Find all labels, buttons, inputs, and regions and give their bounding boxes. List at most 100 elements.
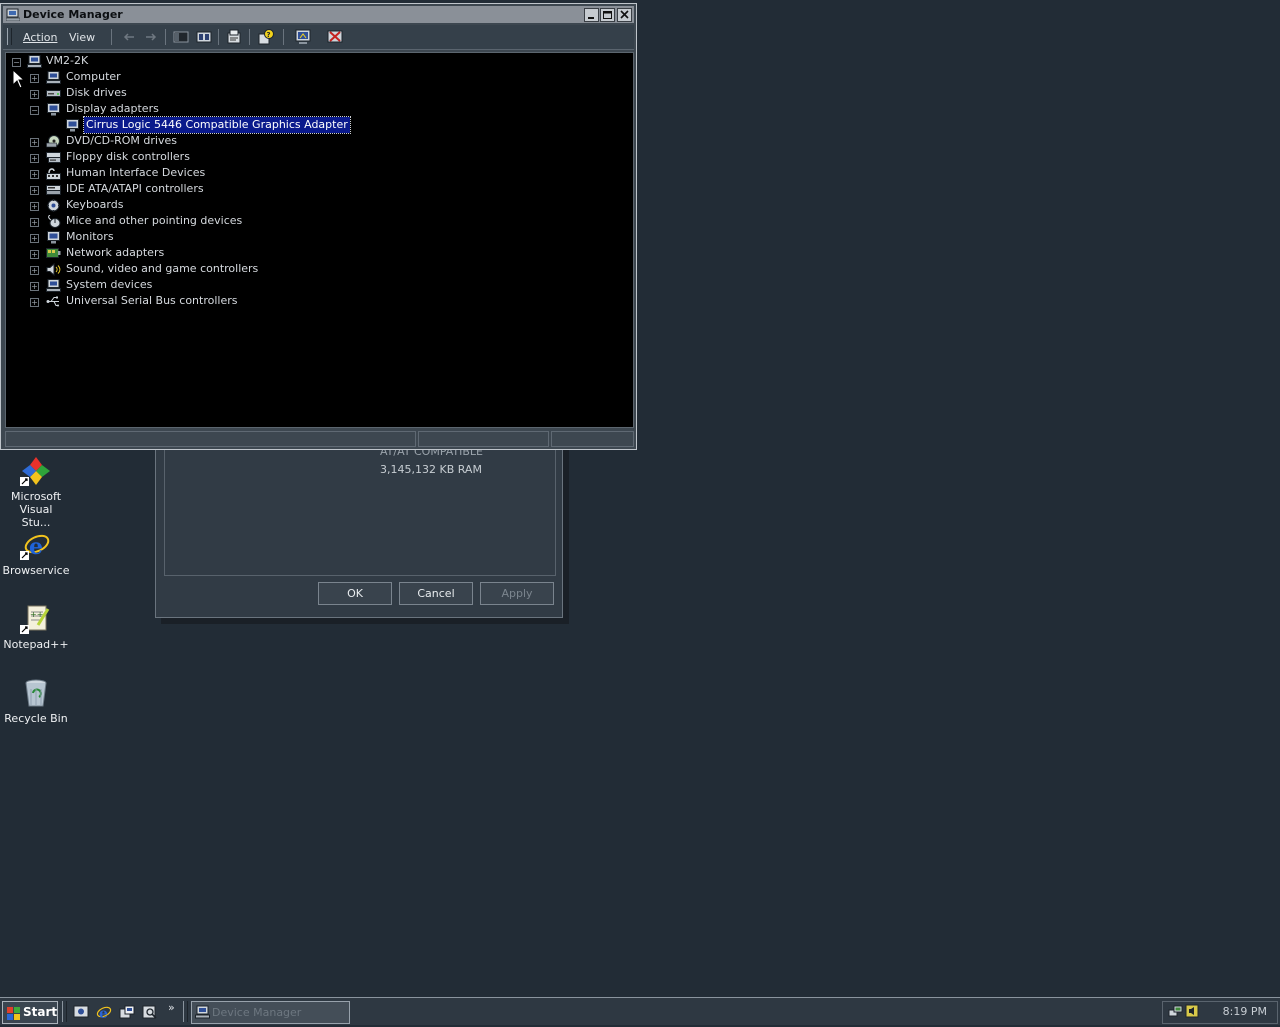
scan-hardware-icon — [295, 29, 311, 44]
uninstall-icon — [327, 30, 343, 43]
tree-item-floppy-disk-controllers[interactable]: Floppy disk controllers — [66, 149, 190, 165]
ram-text: 3,145,132 KB RAM — [380, 463, 482, 476]
properties-button[interactable] — [226, 29, 242, 45]
tree-item-cirrus-logic-adapter[interactable]: Cirrus Logic 5446 Compatible Graphics Ad… — [83, 116, 351, 134]
menu-action[interactable]: Action — [23, 31, 57, 44]
desktop-icon-visual-studio[interactable]: Microsoft Visual Stu... — [0, 455, 72, 529]
svg-text:?: ? — [267, 31, 271, 39]
desktop-icon-label: Browservice — [2, 564, 70, 577]
help-icon: ? — [258, 29, 274, 45]
expand-toggle[interactable]: + — [30, 266, 39, 275]
expand-toggle[interactable]: + — [30, 298, 39, 307]
title-bar[interactable]: Device Manager — [3, 6, 634, 23]
quicklaunch-internet-explorer-icon[interactable]: e — [96, 1004, 112, 1023]
tree-item-disk-drives[interactable]: Disk drives — [66, 85, 127, 101]
desktop-icon-label: Microsoft Visual Stu... — [10, 490, 62, 529]
expand-toggle[interactable]: + — [30, 154, 39, 163]
tree-item-mice-pointing-devices[interactable]: Mice and other pointing devices — [66, 213, 242, 229]
clock[interactable]: 8:19 PM — [1223, 1005, 1267, 1018]
expand-toggle[interactable]: + — [30, 250, 39, 259]
maximize-icon — [603, 11, 612, 19]
system-devices-icon — [46, 279, 61, 292]
keyboard-icon — [46, 199, 61, 212]
expand-toggle[interactable]: + — [30, 202, 39, 211]
expand-toggle[interactable]: + — [30, 170, 39, 179]
network-tray-icon[interactable] — [1168, 1004, 1183, 1022]
floppy-controller-icon — [46, 151, 61, 164]
tree-item-usb-controllers[interactable]: Universal Serial Bus controllers — [66, 293, 237, 309]
back-arrow-icon — [123, 33, 134, 41]
tree-item-ide-ata-atapi-controllers[interactable]: IDE ATA/ATAPI controllers — [66, 181, 204, 197]
expand-toggle[interactable]: + — [30, 218, 39, 227]
help-button[interactable]: ? — [258, 29, 274, 45]
up-one-level-button[interactable] — [173, 29, 189, 45]
tree-item-human-interface-devices[interactable]: Human Interface Devices — [66, 165, 205, 181]
expand-toggle[interactable]: + — [30, 282, 39, 291]
close-icon — [620, 10, 629, 19]
toolbar-separator — [165, 29, 166, 45]
start-button[interactable]: Start — [2, 1001, 58, 1024]
desktop-icon-browservice[interactable]: e Browservice — [0, 529, 72, 577]
toolbar-grip — [7, 28, 12, 45]
cdrom-icon — [46, 135, 61, 148]
expand-toggle[interactable]: + — [30, 90, 39, 99]
status-pane — [5, 431, 416, 447]
status-pane — [418, 431, 549, 447]
tree-item-computer[interactable]: Computer — [66, 69, 121, 85]
device-tree[interactable]: − VM2-2K + Computer + Disk drives − Disp… — [5, 52, 634, 428]
scan-hardware-button[interactable] — [295, 29, 311, 45]
network-adapter-icon — [46, 247, 61, 260]
expand-toggle[interactable]: + — [30, 74, 39, 83]
quicklaunch-explorer-icon[interactable] — [119, 1004, 135, 1023]
back-button[interactable] — [121, 29, 137, 45]
notepad-plus-plus-icon: ++ — [20, 603, 52, 635]
minimize-button[interactable] — [584, 8, 599, 22]
tree-item-dvd-cdrom-drives[interactable]: DVD/CD-ROM drives — [66, 133, 177, 149]
ide-controller-icon — [46, 183, 61, 196]
window-title: Device Manager — [23, 8, 123, 21]
recycle-bin-icon — [20, 677, 52, 709]
expand-toggle[interactable]: + — [30, 234, 39, 243]
close-button[interactable] — [617, 8, 632, 22]
forward-button[interactable] — [143, 29, 159, 45]
properties-icon — [227, 29, 241, 44]
quicklaunch-chevron-icon[interactable]: » — [168, 1001, 175, 1014]
tree-item-display-adapters[interactable]: Display adapters — [66, 101, 159, 117]
device-manager-window: Device Manager Action View ? − VM2-2K + … — [0, 3, 637, 450]
desktop-icon-label: Recycle Bin — [4, 712, 68, 725]
cancel-button[interactable]: Cancel — [399, 582, 473, 605]
tree-item-keyboards[interactable]: Keyboards — [66, 197, 123, 213]
quicklaunch-desktop-icon[interactable] — [73, 1004, 89, 1023]
tree-item-sound-video-game-controllers[interactable]: Sound, video and game controllers — [66, 261, 258, 277]
usb-icon — [46, 295, 61, 308]
toolbar-separator — [249, 29, 250, 45]
desktop-icon-recycle-bin[interactable]: Recycle Bin — [0, 677, 72, 725]
expand-toggle[interactable]: + — [30, 186, 39, 195]
ok-button[interactable]: OK — [318, 582, 392, 605]
taskbar-button-device-manager[interactable]: Device Manager — [191, 1001, 350, 1024]
expand-toggle[interactable]: + — [30, 138, 39, 147]
desktop-icon-notepad-plus-plus[interactable]: ++ Notepad++ — [0, 603, 72, 651]
tree-item-monitors[interactable]: Monitors — [66, 229, 114, 245]
visual-studio-icon — [20, 455, 52, 487]
device-manager-icon — [195, 1005, 210, 1026]
show-hide-tree-button[interactable] — [196, 29, 212, 45]
tree-item-network-adapters[interactable]: Network adapters — [66, 245, 164, 261]
volume-tray-icon[interactable] — [1185, 1004, 1200, 1022]
show-hide-console-tree-icon — [196, 31, 212, 43]
quicklaunch-search-icon[interactable] — [142, 1004, 158, 1023]
tree-item-system-devices[interactable]: System devices — [66, 277, 152, 293]
tree-root[interactable]: VM2-2K — [46, 53, 88, 69]
computer-icon — [27, 55, 42, 68]
uninstall-button[interactable] — [327, 29, 343, 45]
mouse-cursor-icon — [12, 68, 26, 93]
collapse-root-toggle[interactable]: − — [12, 58, 21, 67]
desktop-icon-label: Notepad++ — [3, 638, 69, 651]
toolbar-separator — [111, 29, 112, 45]
apply-button[interactable]: Apply — [480, 582, 554, 605]
maximize-button[interactable] — [600, 8, 615, 22]
menu-view[interactable]: View — [69, 31, 95, 44]
collapse-toggle[interactable]: − — [30, 106, 39, 115]
forward-arrow-icon — [146, 33, 157, 41]
monitor-icon — [46, 103, 61, 116]
